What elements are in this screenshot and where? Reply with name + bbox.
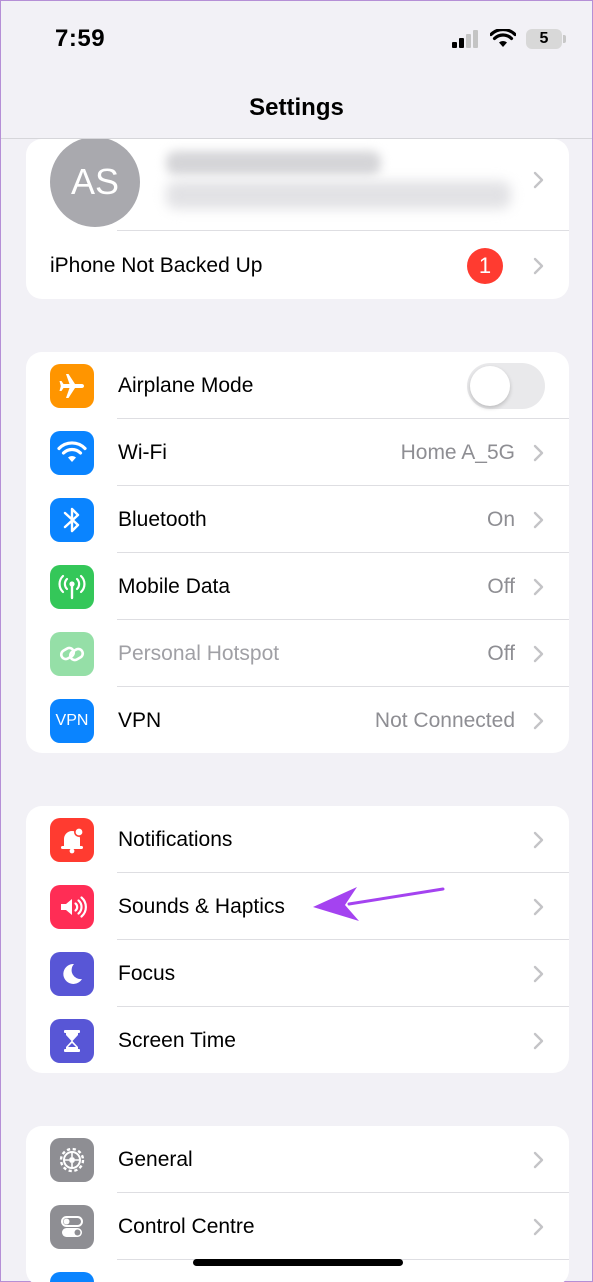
bell-icon <box>50 817 94 862</box>
status-time: 7:59 <box>55 25 106 52</box>
focus-row[interactable]: Focus <box>26 940 569 1007</box>
control-centre-label: Control Centre <box>118 1214 255 1238</box>
hourglass-icon <box>50 1018 94 1063</box>
status-bar: 7:59 5 <box>1 1 592 81</box>
mobile-data-row[interactable]: Mobile Data Off <box>26 553 569 620</box>
moon-icon <box>50 951 94 996</box>
blurred-name <box>166 151 381 175</box>
hotspot-icon <box>50 631 94 676</box>
vpn-icon: VPN <box>50 698 94 743</box>
focus-label: Focus <box>118 961 176 985</box>
screen-time-row[interactable]: Screen Time <box>26 1007 569 1073</box>
blurred-subtitle <box>166 181 511 209</box>
airplane-mode-toggle[interactable] <box>467 362 545 409</box>
vpn-row[interactable]: VPN VPN Not Connected <box>26 687 569 753</box>
airplane-mode-label: Airplane Mode <box>118 373 254 397</box>
chevron-right-icon <box>533 1151 544 1168</box>
chevron-right-icon <box>533 712 544 729</box>
notifications-group: Notifications Sounds & Haptics Focus Scr… <box>26 806 569 1073</box>
screen-time-label: Screen Time <box>118 1028 236 1052</box>
airplane-icon <box>50 363 94 408</box>
general-label: General <box>118 1147 193 1171</box>
wifi-value: Home A_5G <box>400 440 515 464</box>
signal-icon <box>452 30 478 48</box>
battery-icon: 5 <box>526 29 566 49</box>
home-indicator <box>193 1259 403 1266</box>
partial-blue-icon <box>50 1271 94 1282</box>
profile-group: AS iPhone Not Backed Up 1 <box>26 139 569 299</box>
notifications-row[interactable]: Notifications <box>26 806 569 873</box>
bluetooth-icon <box>50 497 94 542</box>
chevron-right-icon <box>533 645 544 662</box>
notifications-label: Notifications <box>118 827 233 851</box>
wifi-row[interactable]: Wi-Fi Home A_5G <box>26 419 569 486</box>
nav-bar: Settings <box>1 81 592 139</box>
sounds-haptics-row[interactable]: Sounds & Haptics <box>26 873 569 940</box>
switches-icon <box>50 1204 94 1249</box>
general-row[interactable]: General <box>26 1126 569 1193</box>
speaker-icon <box>50 884 94 929</box>
page-title: Settings <box>249 93 344 121</box>
divider <box>117 230 569 231</box>
connectivity-group: Airplane Mode Wi-Fi Home A_5G Bluetooth … <box>26 352 569 753</box>
wifi-icon <box>490 29 516 47</box>
personal-hotspot-row[interactable]: Personal Hotspot Off <box>26 620 569 687</box>
chevron-right-icon <box>533 511 544 528</box>
vpn-icon-text: VPN <box>55 711 89 729</box>
mobile-data-label: Mobile Data <box>118 574 231 598</box>
personal-hotspot-label: Personal Hotspot <box>118 641 280 665</box>
chevron-right-icon <box>533 831 544 848</box>
avatar: AS <box>50 139 140 227</box>
chevron-right-icon <box>533 257 544 274</box>
control-centre-row[interactable]: Control Centre <box>26 1193 569 1260</box>
vpn-value: Not Connected <box>374 708 515 732</box>
wifi-icon <box>50 430 94 475</box>
antenna-icon <box>50 564 94 609</box>
airplane-mode-row[interactable]: Airplane Mode <box>26 352 569 419</box>
personal-hotspot-value: Off <box>487 641 515 665</box>
chevron-right-icon <box>533 898 544 915</box>
notification-badge: 1 <box>467 247 503 284</box>
sounds-haptics-label: Sounds & Haptics <box>118 894 285 918</box>
bluetooth-label: Bluetooth <box>118 507 207 531</box>
status-icons: 5 <box>452 27 566 51</box>
bluetooth-row[interactable]: Bluetooth On <box>26 486 569 553</box>
bluetooth-value: On <box>486 507 515 531</box>
chevron-right-icon <box>533 444 544 461</box>
chevron-right-icon <box>533 1032 544 1049</box>
toggle-knob <box>470 365 510 406</box>
backup-label: iPhone Not Backed Up <box>50 253 263 277</box>
backup-row[interactable]: iPhone Not Backed Up 1 <box>26 232 569 299</box>
apple-id-row[interactable]: AS <box>26 139 569 231</box>
chevron-right-icon <box>533 965 544 982</box>
gear-icon <box>50 1137 94 1182</box>
wifi-label: Wi-Fi <box>118 440 167 464</box>
mobile-data-value: Off <box>487 574 515 598</box>
annotation-arrow-icon <box>313 887 445 921</box>
chevron-right-icon <box>533 1218 544 1235</box>
vpn-label: VPN <box>118 708 162 732</box>
chevron-right-icon <box>533 578 544 595</box>
chevron-right-icon <box>533 171 544 189</box>
